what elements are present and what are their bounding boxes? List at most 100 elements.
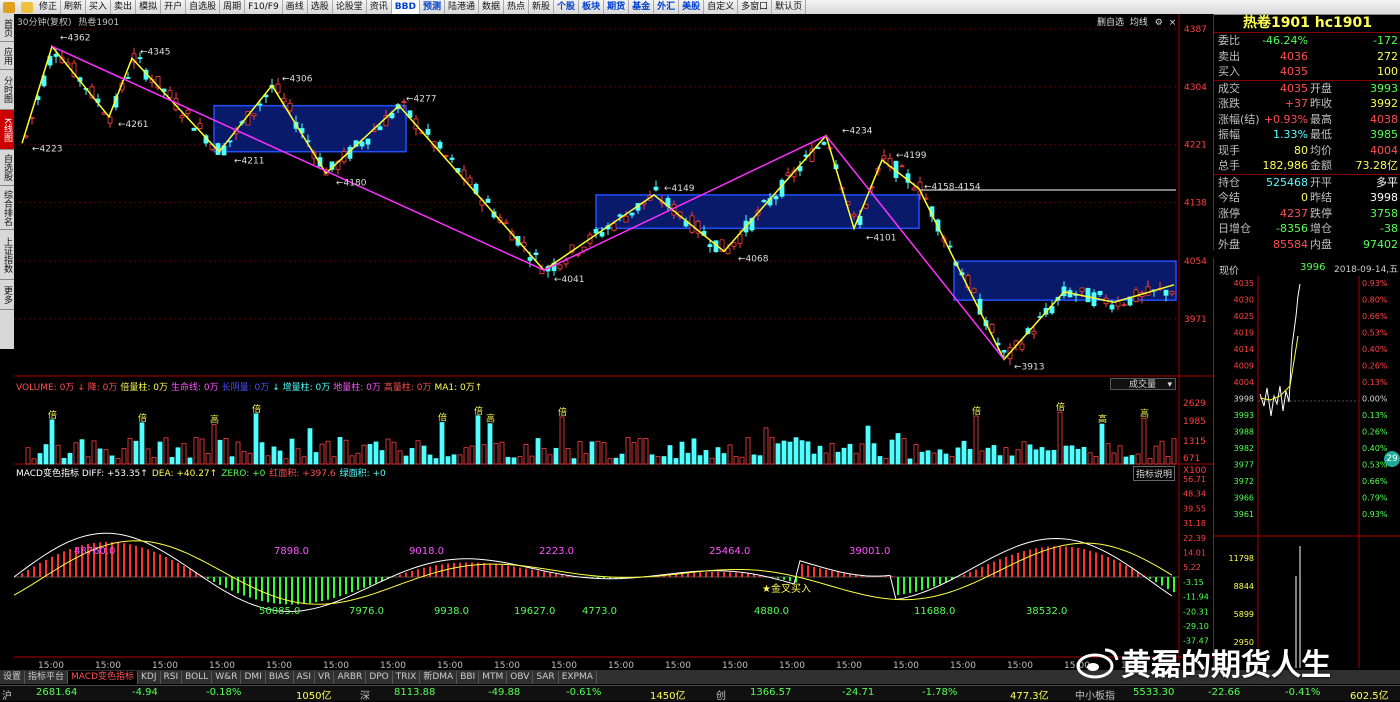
volume-bar: [595, 440, 601, 465]
indicator-tab[interactable]: 指标平台: [25, 670, 69, 684]
quote-l2: 昨结: [1310, 191, 1332, 204]
indicator-tab[interactable]: RSI: [161, 670, 183, 684]
volume-bar: [847, 443, 853, 465]
indicator-tab[interactable]: 新DMA: [420, 670, 458, 684]
indicator-tab[interactable]: SAR: [533, 670, 559, 684]
candle: [557, 264, 563, 270]
ma-button[interactable]: 均线: [1130, 18, 1148, 28]
volume-select[interactable]: 成交量 ▾: [1110, 378, 1176, 390]
toolbar-item[interactable]: 期货: [604, 0, 630, 14]
indicator-tab[interactable]: EXPMA: [559, 670, 597, 684]
toolbar-item[interactable]: 修正: [36, 0, 62, 14]
toolbar-item[interactable]: BBD: [391, 0, 420, 14]
volume-bar: [793, 437, 799, 465]
indicator-tab[interactable]: BBI: [457, 670, 480, 684]
close-icon[interactable]: ×: [1169, 18, 1177, 28]
indicator-tab[interactable]: 设置: [0, 670, 26, 684]
left-nav-item[interactable]: 首页: [0, 14, 14, 42]
toolbar-item[interactable]: 模拟: [136, 0, 162, 14]
macd-header-item: ZERO: +0: [221, 469, 266, 479]
quote-v: 1.33%: [1273, 128, 1308, 141]
volume-bar: [217, 439, 223, 465]
toolbar-item[interactable]: 预测: [420, 0, 445, 14]
left-nav-item[interactable]: 应用: [0, 42, 14, 70]
toolbar-item[interactable]: 自选股: [186, 0, 221, 14]
price-annotation: ←4345: [140, 47, 170, 57]
badge[interactable]: 29: [1384, 451, 1400, 467]
volume-bar: [499, 441, 505, 465]
candle: [1109, 304, 1115, 310]
volume-mark: 倍: [252, 403, 261, 415]
indicator-tab[interactable]: OBV: [507, 670, 534, 684]
indicator-tab[interactable]: MTM: [479, 670, 508, 684]
toolbar-item[interactable]: 画线: [283, 0, 308, 14]
toolbar-item[interactable]: 板块: [579, 0, 605, 14]
quote-l2: 昨收: [1310, 97, 1332, 110]
toolbar-item[interactable]: 刷新: [61, 0, 87, 14]
left-nav-item[interactable]: 分时图: [0, 70, 14, 110]
volume-mark: 倍: [48, 409, 57, 421]
quote-row: 振幅 1.33% 最低 3985: [1214, 127, 1400, 143]
toolbar-item[interactable]: 数据: [479, 0, 505, 14]
volume-bar: [337, 437, 343, 465]
home-icon[interactable]: [3, 1, 15, 13]
quote-row: 今结 0 昨结 3998: [1214, 190, 1400, 206]
toolbar-item[interactable]: 个股: [554, 0, 580, 14]
indicator-tab[interactable]: BOLL: [182, 670, 213, 684]
toolbar-item[interactable]: 多窗口: [738, 0, 773, 14]
volume-bar: [817, 445, 823, 465]
indicator-tab[interactable]: BIAS: [266, 670, 294, 684]
toolbar-item[interactable]: 资讯: [367, 0, 392, 14]
toolbar-item[interactable]: 卖出: [111, 0, 137, 14]
time-tick: 15:00: [209, 661, 235, 670]
toolbar-item[interactable]: 美股: [679, 0, 705, 14]
volume-bar: [175, 447, 181, 465]
indicator-help-button[interactable]: 指标说明: [1133, 466, 1176, 481]
toolbar-item[interactable]: 新股: [529, 0, 555, 14]
indicator-tab[interactable]: DPO: [366, 670, 393, 684]
indicator-tab[interactable]: W&R: [212, 670, 242, 684]
toolbar-item[interactable]: 选股: [308, 0, 333, 14]
candle: [1019, 343, 1025, 350]
toolbar-item[interactable]: F10/F9: [245, 0, 283, 14]
toolbar-item[interactable]: 陆港通: [445, 0, 479, 14]
price-annotation: ←4180: [336, 178, 367, 188]
left-nav-item[interactable]: K线图: [0, 110, 14, 150]
kline-chart[interactable]: ←4362 ←4345 ←4306 ←4277 ←4261 ←4223 ←4211 ←4180…: [14, 14, 1213, 670]
left-nav-item[interactable]: 更多: [0, 280, 14, 310]
volume-bar: [865, 425, 871, 465]
indicator-tab[interactable]: MACD变色指标: [68, 670, 139, 684]
indicator-tab[interactable]: DMI: [241, 670, 266, 684]
indicator-tab[interactable]: TRIX: [393, 670, 421, 684]
left-nav-item[interactable]: 上证指数: [0, 230, 14, 280]
toolbar-item[interactable]: 周期: [220, 0, 246, 14]
toolbar-item[interactable]: 基金: [629, 0, 655, 14]
time-tick: 15:00: [494, 661, 520, 670]
toolbar-item[interactable]: 外汇: [654, 0, 680, 14]
quote-v: 0: [1301, 191, 1308, 204]
macd-tick: 22.39: [1183, 534, 1206, 543]
volume-bar: [919, 451, 925, 465]
toolbar-item[interactable]: 热点: [504, 0, 530, 14]
toolbar-item[interactable]: 开户: [161, 0, 187, 14]
quote-title: 热卷1901 hc1901: [1214, 14, 1400, 33]
indicator-tab[interactable]: VR: [315, 670, 335, 684]
gear-icon[interactable]: ⚙: [1155, 18, 1163, 28]
volume-bar: [577, 441, 583, 465]
quote-l: 持仓: [1218, 175, 1240, 189]
volume-header-item: ↓ 增量柱: 0万: [272, 383, 331, 393]
left-nav-item[interactable]: 自选股: [0, 150, 14, 186]
back-arrow-icon[interactable]: [21, 1, 33, 13]
toolbar-item[interactable]: 论股堂: [333, 0, 367, 14]
indicator-tab[interactable]: KDJ: [138, 670, 161, 684]
volume-bar: [187, 457, 193, 465]
toolbar-item[interactable]: 买入: [86, 0, 112, 14]
toolbar-item[interactable]: 默认页: [772, 0, 807, 14]
left-nav-item[interactable]: 综合排名: [0, 186, 14, 230]
indicator-tab[interactable]: ASI: [294, 670, 316, 684]
toolbar-item[interactable]: 自定义: [704, 0, 739, 14]
intraday-mini-chart[interactable]: 现价 3996 2018-09-14,五 4035 4030 4025 4019 401…: [1213, 258, 1400, 668]
quote-l: 买入: [1218, 65, 1240, 78]
remove-watch-button[interactable]: 删自选: [1097, 18, 1124, 28]
indicator-tab[interactable]: ARBR: [334, 670, 367, 684]
